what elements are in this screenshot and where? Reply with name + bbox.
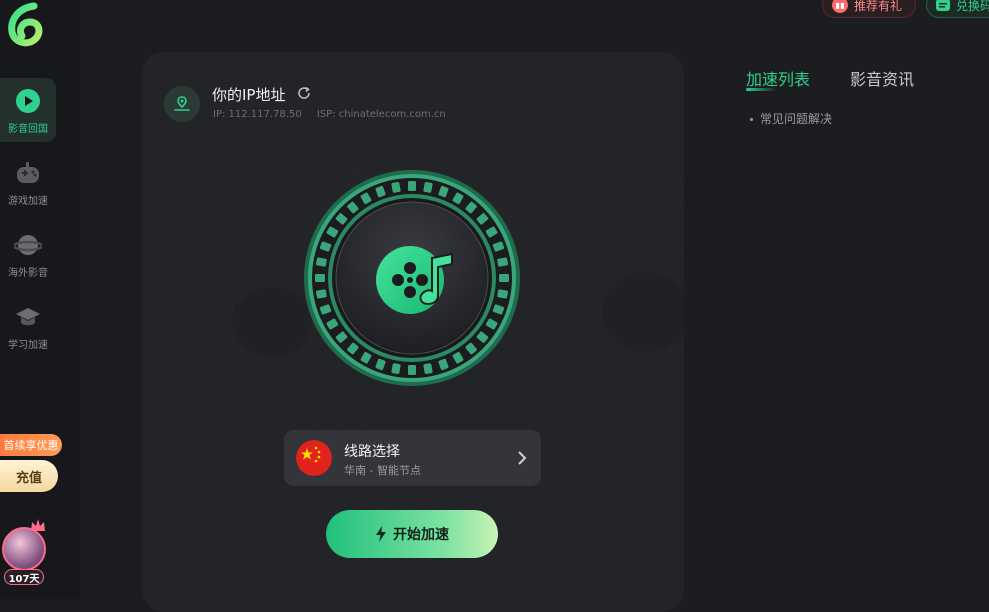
start-button-label: 开始加速 [393,527,449,543]
sidebar-item-label: 海外影音 [8,268,48,279]
location-pin-icon [164,86,200,122]
chevron-right-icon [518,451,527,465]
accelerate-dial[interactable] [302,168,522,388]
tab-accelerate-list[interactable]: 加速列表 [746,66,810,90]
bullet-icon [750,118,753,121]
crown-icon [31,519,45,531]
faq-label: 常见问题解决 [760,112,833,126]
sidebar-item-overseas-media[interactable]: 海外影音 [0,222,56,286]
sidebar: 影音回国 游戏加速 海外影音 学习加速 首续享优惠 充值 107天 [0,0,80,599]
faq-link[interactable]: 常见问题解决 [750,110,832,127]
redeem-code-button[interactable]: 兑换码 [926,0,989,18]
refresh-icon[interactable] [296,85,312,101]
avatar[interactable] [2,527,46,571]
main-card: 你的IP地址 IP: 112.117.78.50 ISP: chinatelec… [142,52,684,612]
route-subtitle: 华南 - 智能节点 [344,464,421,477]
ip-address: IP: 112.117.78.50 [213,109,302,120]
sidebar-item-game-boost[interactable]: 游戏加速 [0,150,56,214]
sidebar-item-label: 影音回国 [8,124,48,135]
sidebar-item-label: 学习加速 [8,340,48,351]
lightning-icon [376,526,386,542]
member-days-badge: 107天 [4,569,44,585]
referral-label: 推荐有礼 [854,0,903,13]
ip-title: 你的IP地址 [212,86,286,104]
referral-button[interactable]: 推荐有礼 [822,0,916,18]
sidebar-item-label: 游戏加速 [8,196,48,207]
planet-icon [13,230,43,260]
route-title: 线路选择 [344,444,400,460]
ticket-icon [936,0,950,11]
route-selector[interactable]: 线路选择 华南 - 智能节点 [284,430,541,486]
gamepad-icon [13,158,43,188]
isp-name: ISP: chinatelecom.com.cn [316,109,446,120]
ip-meta: IP: 112.117.78.50 ISP: chinatelecom.com.… [213,109,446,120]
tab-media-news[interactable]: 影音资讯 [850,66,914,90]
graduation-cap-icon [13,302,43,332]
sidebar-item-study-boost[interactable]: 学习加速 [0,294,56,358]
play-icon [13,86,43,116]
redeem-label: 兑换码 [956,0,989,13]
china-flag-icon [296,440,332,476]
recharge-button[interactable]: 充值 [0,460,58,492]
start-accelerate-button[interactable]: 开始加速 [326,510,498,558]
active-tab-indicator [746,88,776,91]
gift-icon [832,0,848,13]
app-logo [8,2,43,47]
sidebar-item-video-home[interactable]: 影音回国 [0,78,56,142]
promo-badge: 首续享优惠 [0,434,62,456]
